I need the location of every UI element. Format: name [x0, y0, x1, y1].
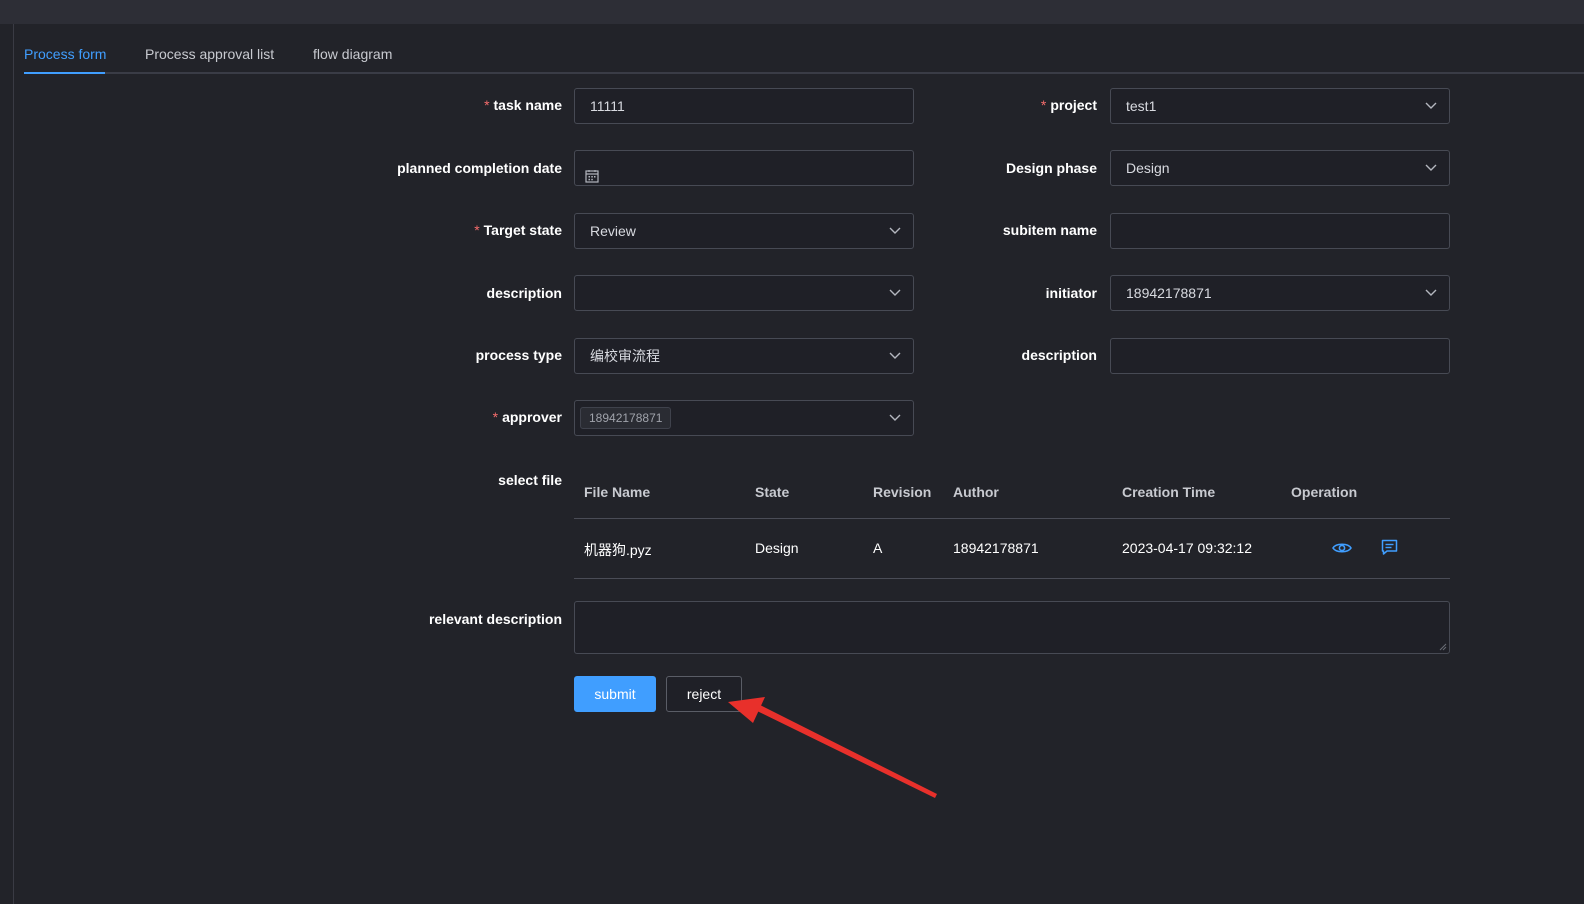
tab-bar: Process form Process approval list flow … — [24, 24, 1584, 73]
description-select-label: description — [486, 285, 562, 301]
column-header-operation: Operation — [1291, 484, 1358, 500]
task-name-label-text: task name — [493, 97, 562, 113]
calendar-icon — [585, 161, 599, 195]
planned-completion-date-label: planned completion date — [397, 160, 562, 176]
initiator-select[interactable]: 18942178871 — [1110, 275, 1450, 311]
annotation-arrow-icon — [728, 697, 937, 798]
project-label: * project — [1041, 97, 1097, 113]
task-name-value: 11111 — [590, 98, 625, 114]
process-type-value: 编校审流程 — [590, 348, 660, 364]
subitem-name-input[interactable] — [1110, 213, 1450, 249]
process-type-select[interactable]: 编校审流程 — [574, 338, 914, 374]
approver-label: * approver — [493, 409, 562, 425]
task-name-input[interactable]: 11111 — [574, 88, 914, 124]
relevant-description-textarea[interactable] — [574, 601, 1450, 654]
column-header-state: State — [755, 484, 790, 500]
column-header-author: Author — [953, 484, 999, 500]
design-phase-value: Design — [1126, 160, 1170, 176]
relevant-description-label: relevant description — [428, 611, 562, 627]
approver-tag: 18942178871 — [580, 407, 672, 430]
comment-icon[interactable] — [1381, 539, 1398, 559]
initiator-label: initiator — [1045, 285, 1097, 301]
chevron-down-icon — [1425, 276, 1437, 297]
submit-button[interactable]: submit — [574, 676, 656, 712]
planned-completion-date-picker[interactable] — [574, 150, 914, 186]
approver-label-text: approver — [502, 409, 562, 425]
resize-handle-icon[interactable] — [1439, 643, 1447, 651]
eye-icon[interactable] — [1332, 541, 1352, 558]
required-mark: * — [492, 409, 499, 425]
target-state-label: * Target state — [474, 222, 562, 238]
project-label-text: project — [1050, 97, 1097, 113]
tab-process-form[interactable]: Process form — [24, 46, 106, 62]
initiator-value: 18942178871 — [1126, 285, 1212, 301]
revision-cell: A — [873, 540, 883, 556]
select-file-label: select file — [498, 472, 562, 488]
required-mark: * — [484, 97, 490, 113]
target-state-select[interactable]: Review — [574, 213, 914, 249]
file-name-cell: 机器狗.pyz — [584, 542, 652, 558]
tab-process-approval-list[interactable]: Process approval list — [145, 46, 274, 62]
process-type-label: process type — [475, 347, 562, 363]
tabs-divider — [24, 72, 1584, 74]
table-row-divider — [574, 578, 1450, 579]
column-header-revision: Revision — [873, 484, 932, 500]
active-tab-indicator — [24, 72, 105, 74]
approver-select[interactable]: 18942178871 — [574, 400, 914, 436]
author-cell: 18942178871 — [953, 540, 1039, 556]
design-phase-label: Design phase — [1005, 160, 1097, 176]
chevron-down-icon — [889, 214, 901, 235]
left-divider — [13, 24, 14, 904]
design-phase-select[interactable]: Design — [1110, 150, 1450, 186]
required-mark: * — [474, 222, 480, 238]
creation-time-cell: 2023-04-17 09:32:12 — [1122, 540, 1252, 556]
chevron-down-icon — [889, 401, 901, 422]
tab-flow-diagram[interactable]: flow diagram — [313, 46, 392, 62]
description-select[interactable] — [574, 275, 914, 311]
column-header-file-name: File Name — [584, 484, 651, 500]
chevron-down-icon — [889, 276, 901, 297]
subitem-name-label: subitem name — [1002, 222, 1097, 238]
chevron-down-icon — [1425, 89, 1437, 110]
state-cell: Design — [755, 540, 799, 556]
table-header-divider — [574, 518, 1450, 519]
required-mark: * — [1040, 97, 1047, 113]
task-name-label: * task name — [484, 97, 562, 113]
column-header-creation-time: Creation Time — [1122, 484, 1216, 500]
description-input[interactable] — [1110, 338, 1450, 374]
chevron-down-icon — [1425, 151, 1437, 172]
project-value: test1 — [1126, 98, 1157, 114]
window-top-bar — [0, 0, 1584, 24]
target-state-label-text: Target state — [483, 222, 562, 238]
chevron-down-icon — [889, 339, 901, 360]
target-state-value: Review — [590, 223, 636, 239]
project-select[interactable]: test1 — [1110, 88, 1450, 124]
description-input-label: description — [1021, 347, 1097, 363]
